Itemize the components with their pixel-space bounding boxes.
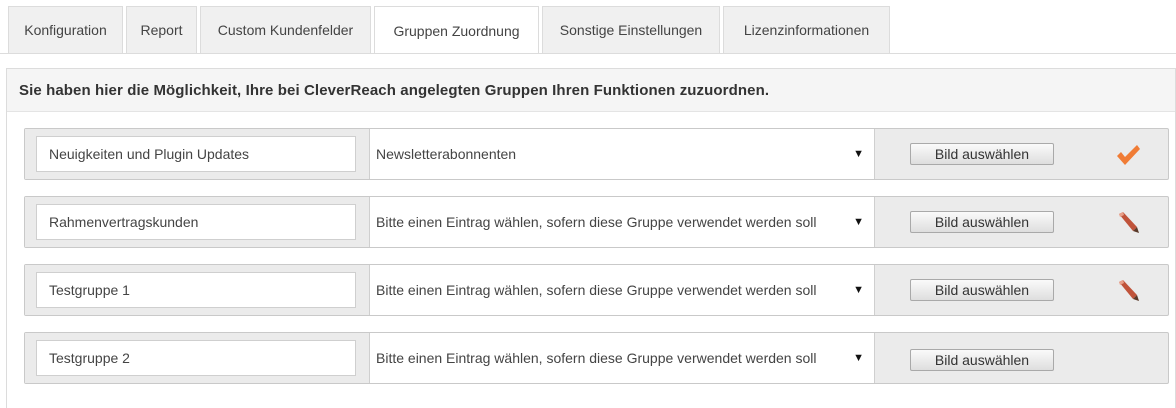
dropdown-arrow-icon: ▼ bbox=[853, 284, 864, 296]
tab-sonstige-einstellungen[interactable]: Sonstige Einstellungen bbox=[542, 6, 720, 53]
select-image-button[interactable]: Bild auswählen bbox=[910, 211, 1054, 233]
dropdown-arrow-icon: ▼ bbox=[853, 352, 864, 364]
dropdown-arrow-icon: ▼ bbox=[853, 216, 864, 228]
function-select-value: Bitte einen Eintrag wählen, sofern diese… bbox=[376, 214, 817, 230]
tab-bar: Konfiguration Report Custom Kundenfelder… bbox=[8, 6, 893, 54]
function-select[interactable]: Newsletterabonnenten ▼ bbox=[369, 129, 875, 179]
dropdown-arrow-icon: ▼ bbox=[853, 148, 864, 160]
tab-gruppen-zuordnung[interactable]: Gruppen Zuordnung bbox=[374, 6, 539, 54]
group-row: Testgruppe 1 Bitte einen Eintrag wählen,… bbox=[24, 264, 1169, 316]
select-image-button[interactable]: Bild auswählen bbox=[910, 349, 1054, 371]
tab-report[interactable]: Report bbox=[126, 6, 197, 53]
group-name-field[interactable]: Testgruppe 1 bbox=[36, 272, 356, 308]
tab-divider bbox=[0, 53, 1176, 54]
checkmark-icon[interactable] bbox=[1115, 142, 1141, 168]
tab-custom-kundenfelder[interactable]: Custom Kundenfelder bbox=[200, 6, 371, 53]
group-name-cell: Testgruppe 1 bbox=[25, 265, 369, 315]
function-select[interactable]: Bitte einen Eintrag wählen, sofern diese… bbox=[369, 265, 875, 315]
group-row: Rahmenvertragskunden Bitte einen Eintrag… bbox=[24, 196, 1169, 248]
group-name-field[interactable]: Rahmenvertragskunden bbox=[36, 204, 356, 240]
function-select[interactable]: Bitte einen Eintrag wählen, sofern diese… bbox=[369, 333, 875, 383]
function-select[interactable]: Bitte einen Eintrag wählen, sofern diese… bbox=[369, 197, 875, 247]
group-name-field[interactable]: Testgruppe 2 bbox=[36, 340, 356, 376]
select-image-button[interactable]: Bild auswählen bbox=[910, 279, 1054, 301]
group-row: Testgruppe 2 Bitte einen Eintrag wählen,… bbox=[24, 332, 1169, 384]
select-image-button[interactable]: Bild auswählen bbox=[910, 143, 1054, 165]
function-select-value: Newsletterabonnenten bbox=[376, 146, 517, 162]
function-select-value: Bitte einen Eintrag wählen, sofern diese… bbox=[376, 282, 817, 298]
pencil-icon[interactable] bbox=[1115, 210, 1141, 236]
group-row: Neuigkeiten und Plugin Updates Newslette… bbox=[24, 128, 1169, 180]
group-name-cell: Neuigkeiten und Plugin Updates bbox=[25, 129, 369, 179]
pencil-icon[interactable] bbox=[1115, 278, 1141, 304]
group-name-cell: Rahmenvertragskunden bbox=[25, 197, 369, 247]
tab-konfiguration[interactable]: Konfiguration bbox=[8, 6, 123, 53]
group-assignment-panel: Sie haben hier die Möglichkeit, Ihre bei… bbox=[6, 68, 1176, 408]
function-select-value: Bitte einen Eintrag wählen, sofern diese… bbox=[376, 350, 817, 366]
tab-lizenzinformationen[interactable]: Lizenzinformationen bbox=[723, 6, 890, 53]
group-name-field[interactable]: Neuigkeiten und Plugin Updates bbox=[36, 136, 356, 172]
group-name-cell: Testgruppe 2 bbox=[25, 333, 369, 383]
panel-heading: Sie haben hier die Möglichkeit, Ihre bei… bbox=[7, 69, 1175, 112]
